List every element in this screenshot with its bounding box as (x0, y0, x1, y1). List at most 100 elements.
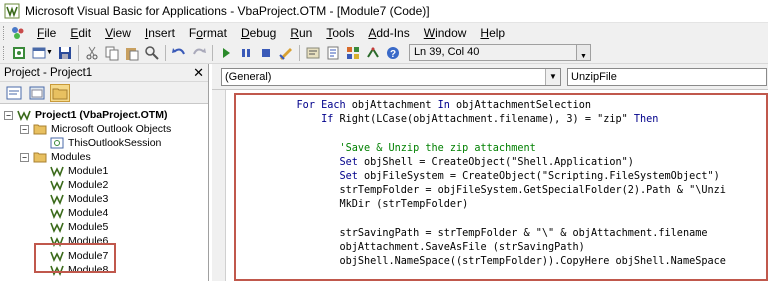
toolbox-icon[interactable] (363, 44, 383, 62)
tree-item-project[interactable]: − Project1 (VbaProject.OTM) (4, 108, 167, 122)
code-text: Right(LCase(objAttachment.filename), 3) … (333, 114, 634, 125)
toolbar-grip[interactable] (3, 25, 6, 40)
code-editor[interactable]: For Each objAttachment In objAttachmentS… (234, 93, 768, 281)
module-highlight-box (34, 243, 116, 273)
undo-icon[interactable] (169, 44, 189, 62)
menu-add-ins[interactable]: Add-Ins (361, 26, 416, 40)
toolbar-separator (211, 44, 213, 61)
project-panel-toolbar (0, 82, 208, 104)
standard-toolbar: ▼ ? Ln 39, Col 40 ▼ (0, 42, 768, 64)
cursor-position-status: Ln 39, Col 40 (408, 44, 577, 61)
tree-item-session[interactable]: ThisOutlookSession (50, 136, 161, 150)
folder-icon (33, 152, 47, 163)
procedure-combo[interactable]: UnzipFile (567, 67, 767, 86)
code-line[interactable]: strSavingPath = strTempFolder & "\" & ob… (272, 227, 707, 241)
find-icon[interactable] (142, 44, 162, 62)
design-mode-icon[interactable] (276, 44, 296, 62)
code-text: strTempFolder = objFileSystem.GetSpecial… (339, 185, 726, 196)
code-header: (General) ▼ UnzipFile (212, 64, 768, 90)
code-gutter (212, 90, 226, 281)
paste-icon[interactable] (122, 44, 142, 62)
save-icon[interactable] (55, 44, 75, 62)
redo-icon[interactable] (189, 44, 209, 62)
tree-label-outlook-objects: Microsoft Outlook Objects (51, 123, 172, 135)
tree-item-modules[interactable]: − Modules (20, 150, 91, 164)
break-icon[interactable] (236, 44, 256, 62)
code-line[interactable]: objShell.NameSpace((strTempFolder)).Copy… (272, 255, 726, 269)
project-explorer-icon[interactable] (303, 44, 323, 62)
code-line[interactable]: strTempFolder = objFileSystem.GetSpecial… (272, 184, 726, 198)
chevron-down-icon[interactable]: ▼ (46, 49, 53, 56)
toolbar-grip[interactable] (3, 45, 6, 60)
chevron-down-icon[interactable]: ▼ (545, 68, 560, 85)
menu-window[interactable]: Window (417, 26, 474, 40)
object-browser-icon[interactable] (343, 44, 363, 62)
tree-item-module[interactable]: Module2 (50, 178, 108, 192)
tree-label-module: Module3 (68, 193, 109, 205)
code-text: objShell = CreateObject("Shell.Applicati… (357, 157, 634, 168)
excel-view-icon[interactable] (10, 25, 26, 41)
code-line[interactable]: Set objShell = CreateObject("Shell.Appli… (272, 156, 634, 170)
menu-help[interactable]: Help (473, 26, 512, 40)
project-panel-title: Project - Project1 (4, 66, 93, 79)
tree-item-module[interactable]: Module5 (50, 220, 108, 234)
menu-run[interactable]: Run (283, 26, 319, 40)
menu-view[interactable]: View (98, 26, 138, 40)
menu-edit[interactable]: Edit (63, 26, 98, 40)
close-icon[interactable]: ✕ (193, 66, 204, 79)
object-combo[interactable]: (General) ▼ (221, 67, 561, 86)
code-line[interactable]: objAttachment.SaveAsFile (strSavingPath) (272, 241, 585, 255)
code-text: strSavingPath = strTempFolder & "\" & ob… (339, 228, 708, 239)
folder-icon (33, 124, 47, 135)
copy-icon[interactable] (102, 44, 122, 62)
code-keyword: Then (633, 114, 659, 125)
module-icon (50, 194, 64, 205)
tree-item-module[interactable]: Module3 (50, 192, 108, 206)
view-object-icon[interactable] (27, 84, 47, 102)
project-panel-header: Project - Project1 ✕ (0, 64, 208, 82)
help-icon[interactable]: ? (383, 44, 403, 62)
tree-item-outlook-objects[interactable]: − Microsoft Outlook Objects (20, 122, 171, 136)
code-keyword: Set (339, 157, 358, 168)
code-keyword: If (321, 114, 334, 125)
code-text: objFileSystem = CreateObject("Scripting.… (357, 171, 720, 182)
code-line[interactable]: Set objFileSystem = CreateObject("Script… (272, 170, 720, 184)
collapse-icon[interactable]: − (20, 124, 29, 134)
vba-app-icon (4, 3, 20, 19)
code-line[interactable]: MkDir (strTempFolder) (272, 198, 468, 212)
code-line[interactable]: If Right(LCase(objAttachment.filename), … (272, 113, 658, 127)
menu-format[interactable]: Format (182, 26, 234, 40)
code-line[interactable]: For Each objAttachment In objAttachmentS… (272, 99, 591, 113)
code-text: objAttachment.SaveAsFile (strSavingPath) (339, 242, 585, 253)
menu-insert[interactable]: Insert (138, 26, 182, 40)
tree-item-module[interactable]: Module1 (50, 164, 108, 178)
project-explorer-panel: Project - Project1 ✕ − Project1 (VbaProj… (0, 64, 209, 281)
view-code-icon[interactable] (4, 84, 24, 102)
procedure-combo-value: UnzipFile (571, 70, 617, 83)
menu-file[interactable]: File (30, 26, 63, 40)
module-icon (50, 166, 64, 177)
title-bar: Microsoft Visual Basic for Applications … (0, 0, 768, 22)
module-icon (50, 208, 64, 219)
toggle-folders-icon[interactable] (50, 83, 70, 102)
properties-icon[interactable] (323, 44, 343, 62)
chevron-down-icon[interactable]: ▼ (576, 44, 591, 61)
menu-debug[interactable]: Debug (234, 26, 283, 40)
code-text: objShell.NameSpace((strTempFolder)).Copy… (339, 256, 726, 267)
code-line[interactable]: 'Save & Unzip the zip attachment (272, 142, 535, 156)
toolbar-separator (298, 44, 300, 61)
collapse-icon[interactable]: − (20, 152, 29, 162)
view-outlook-icon[interactable] (9, 44, 29, 62)
reset-icon[interactable] (256, 44, 276, 62)
run-icon[interactable] (216, 44, 236, 62)
cut-icon[interactable] (82, 44, 102, 62)
menu-tools[interactable]: Tools (319, 26, 361, 40)
collapse-icon[interactable]: − (4, 110, 13, 120)
tree-item-module[interactable]: Module4 (50, 206, 108, 220)
